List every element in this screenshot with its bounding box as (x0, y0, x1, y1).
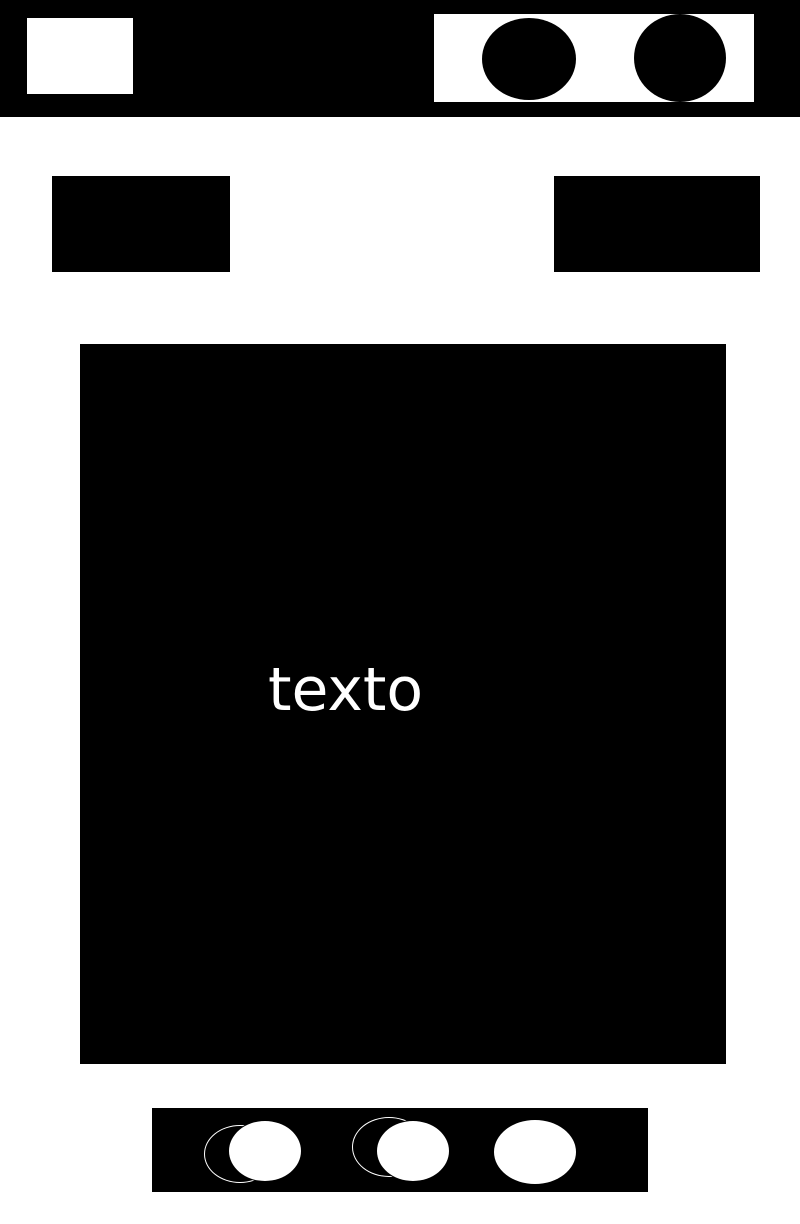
header-circle-icon-2[interactable] (634, 14, 726, 102)
bottom-nav-bar (152, 1108, 648, 1192)
header-bar (0, 0, 800, 117)
main-content-panel: texto (80, 344, 726, 1064)
bottom-circle-icon-3[interactable] (494, 1120, 576, 1184)
bottom-circle-icon-2[interactable] (376, 1120, 450, 1182)
header-actions-panel (434, 14, 754, 102)
bottom-circle-icon-1[interactable] (228, 1120, 302, 1182)
left-block-button[interactable] (52, 176, 230, 272)
header-logo-placeholder[interactable] (27, 18, 133, 94)
main-text: texto (268, 655, 424, 725)
header-circle-icon-1[interactable] (482, 18, 576, 100)
right-block-button[interactable] (554, 176, 760, 272)
